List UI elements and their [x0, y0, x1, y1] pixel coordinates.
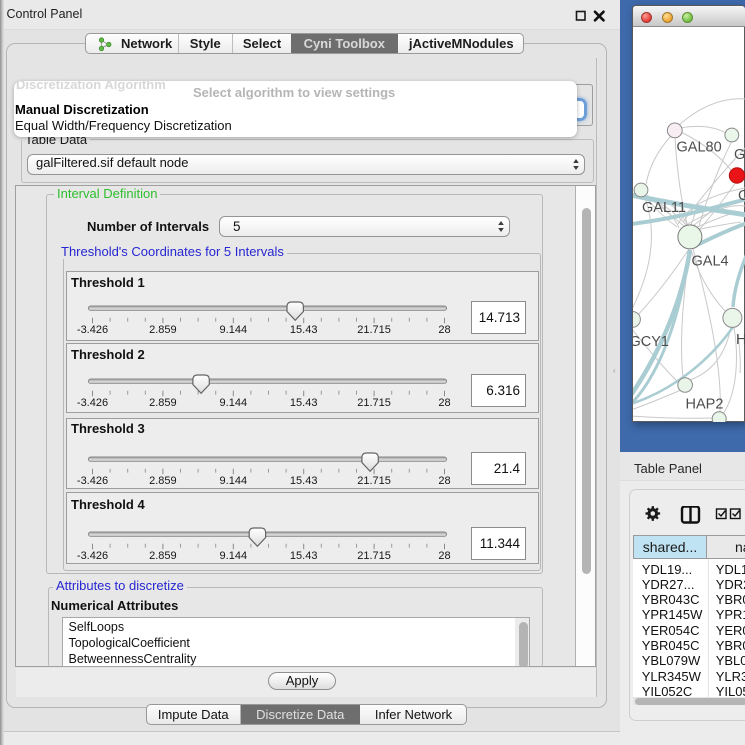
svg-text:-3.426: -3.426: [77, 397, 108, 409]
svg-text:21.715: 21.715: [357, 397, 391, 409]
svg-text:-3.426: -3.426: [77, 475, 108, 487]
svg-text:28: 28: [438, 475, 450, 487]
svg-text:GCY1: GCY1: [633, 334, 669, 350]
svg-text:28: 28: [438, 550, 450, 562]
svg-text:GAL11: GAL11: [642, 200, 686, 216]
svg-text:2.859: 2.859: [149, 550, 177, 562]
svg-text:H: H: [736, 332, 745, 348]
svg-text:GA: GA: [734, 147, 745, 163]
svg-text:15.43: 15.43: [290, 324, 318, 336]
svg-text:15.43: 15.43: [290, 550, 318, 562]
svg-text:GAL4: GAL4: [692, 254, 729, 270]
svg-text:28: 28: [438, 397, 450, 409]
svg-text:9.144: 9.144: [220, 550, 248, 562]
svg-text:HAP2: HAP2: [686, 397, 724, 413]
svg-text:21.715: 21.715: [357, 324, 391, 336]
svg-text:GAL80: GAL80: [677, 140, 722, 156]
svg-text:21.715: 21.715: [357, 475, 391, 487]
svg-text:28: 28: [438, 324, 450, 336]
svg-text:9.144: 9.144: [220, 397, 248, 409]
svg-text:21.715: 21.715: [357, 550, 391, 562]
svg-text:2.859: 2.859: [149, 475, 177, 487]
svg-text:15.43: 15.43: [290, 475, 318, 487]
svg-text:-3.426: -3.426: [77, 324, 108, 336]
svg-text:9.144: 9.144: [220, 475, 248, 487]
svg-text:15.43: 15.43: [290, 397, 318, 409]
svg-text:-3.426: -3.426: [77, 550, 108, 562]
svg-text:9.144: 9.144: [220, 324, 248, 336]
svg-text:2.859: 2.859: [149, 324, 177, 336]
svg-text:2.859: 2.859: [149, 397, 177, 409]
svg-text:C: C: [738, 188, 745, 204]
